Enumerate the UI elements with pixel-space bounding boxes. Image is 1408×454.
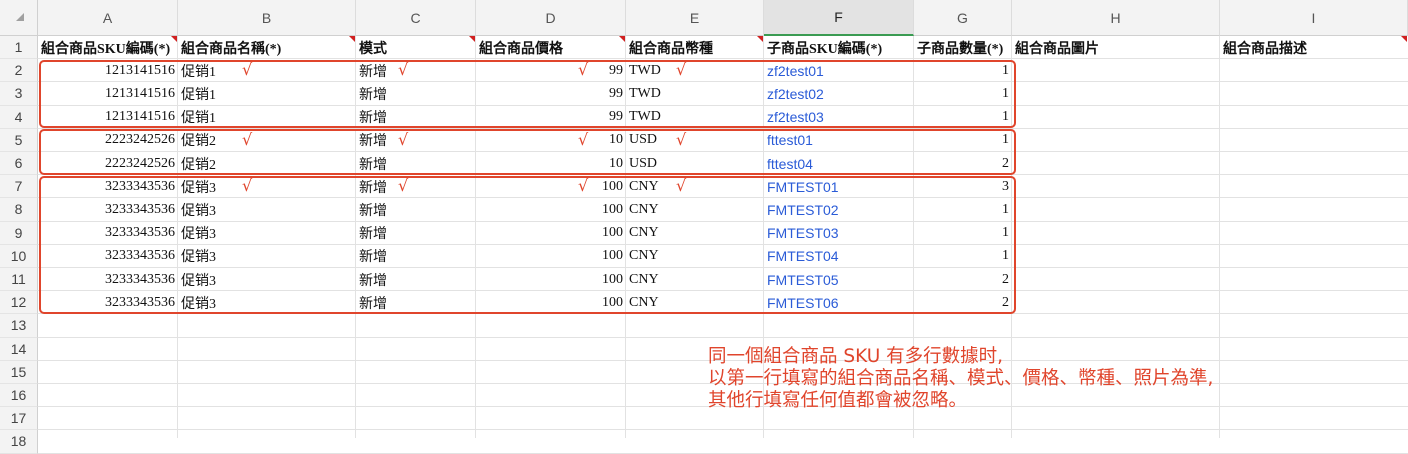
check-mark-icon: √ (676, 176, 687, 196)
header-cell-d[interactable]: 組合商品價格 (476, 36, 626, 59)
column-header-b[interactable]: B (178, 0, 356, 36)
column-header-f[interactable]: F (764, 0, 914, 36)
row-gridline (38, 452, 1408, 454)
row-gridline (38, 336, 1408, 338)
row-header-9[interactable]: 9 (0, 221, 38, 245)
row-header-11[interactable]: 11 (0, 268, 38, 292)
row-header-8[interactable]: 8 (0, 198, 38, 222)
header-cell-e[interactable]: 組合商品幣種 (626, 36, 764, 59)
row-header-17[interactable]: 17 (0, 407, 38, 431)
check-mark-icon: √ (578, 60, 589, 80)
header-cell-h[interactable]: 組合商品圖片 (1012, 36, 1220, 59)
row-header-13[interactable]: 13 (0, 314, 38, 338)
select-all-corner[interactable] (0, 0, 38, 36)
check-mark-icon: √ (398, 60, 409, 80)
column-header-i[interactable]: I (1220, 0, 1408, 36)
group-highlight-box-1 (39, 59, 1016, 129)
annotation-line-2: 以第一行填寫的組合商品名稱、模式、價格、幣種、照片為準, (708, 368, 1214, 389)
column-gridline (1219, 36, 1220, 438)
check-mark-icon: √ (242, 129, 253, 149)
comment-indicator-icon (349, 36, 355, 42)
comment-indicator-icon (757, 36, 763, 42)
column-header-e[interactable]: E (626, 0, 764, 36)
header-cell-f[interactable]: 子商品SKU編碼(*) (764, 36, 914, 59)
column-header-d[interactable]: D (476, 0, 626, 36)
row-header-10[interactable]: 10 (0, 244, 38, 268)
header-cell-b[interactable]: 組合商品名稱(*) (178, 36, 356, 59)
check-mark-icon: √ (676, 129, 687, 149)
row-header-15[interactable]: 15 (0, 360, 38, 384)
row-header-14[interactable]: 14 (0, 337, 38, 361)
comment-indicator-icon (619, 36, 625, 42)
check-mark-icon: √ (242, 176, 253, 196)
row-header-7[interactable]: 7 (0, 175, 38, 199)
header-cell-i[interactable]: 組合商品描述 (1220, 36, 1408, 59)
row-header-12[interactable]: 12 (0, 291, 38, 315)
select-all-icon (16, 13, 24, 21)
row-header-16[interactable]: 16 (0, 384, 38, 408)
row-header-3[interactable]: 3 (0, 82, 38, 106)
group-highlight-box-2 (39, 129, 1016, 175)
row-header-6[interactable]: 6 (0, 152, 38, 176)
row-header-5[interactable]: 5 (0, 128, 38, 152)
row-header-4[interactable]: 4 (0, 105, 38, 129)
check-mark-icon: √ (398, 129, 409, 149)
row-header-18[interactable]: 18 (0, 430, 38, 454)
column-header-c[interactable]: C (356, 0, 476, 36)
comment-indicator-icon (1401, 36, 1407, 42)
check-mark-icon: √ (398, 176, 409, 196)
annotation-note: 同一個組合商品 SKU 有多行數據时, 以第一行填寫的組合商品名稱、模式、價格、… (708, 346, 1213, 412)
column-header-h[interactable]: H (1012, 0, 1220, 36)
spreadsheet: ABCDEFGHI 1 2 3 4 5 6 7 8 9 10 11 12 13 14 15 16 17 18 組合… (0, 0, 1408, 454)
comment-indicator-icon (469, 36, 475, 42)
group-highlight-box-3 (39, 175, 1016, 314)
check-mark-icon: √ (578, 129, 589, 149)
column-header-a[interactable]: A (38, 0, 178, 36)
comment-indicator-icon (171, 36, 177, 42)
check-mark-icon: √ (242, 60, 253, 80)
check-mark-icon: √ (578, 176, 589, 196)
annotation-line-1: 同一個組合商品 SKU 有多行數據时, (708, 346, 1004, 367)
column-header-g[interactable]: G (914, 0, 1012, 36)
header-cell-g[interactable]: 子商品數量(*) (914, 36, 1012, 59)
row-header-2[interactable]: 2 (0, 59, 38, 83)
check-mark-icon: √ (676, 60, 687, 80)
annotation-line-3: 其他行填寫任何值都會被忽略。 (708, 390, 968, 411)
row-gridline (38, 429, 1408, 431)
row-header-1[interactable]: 1 (0, 36, 38, 60)
header-cell-a[interactable]: 組合商品SKU編碼(*) (38, 36, 178, 59)
header-cell-c[interactable]: 模式 (356, 36, 476, 59)
